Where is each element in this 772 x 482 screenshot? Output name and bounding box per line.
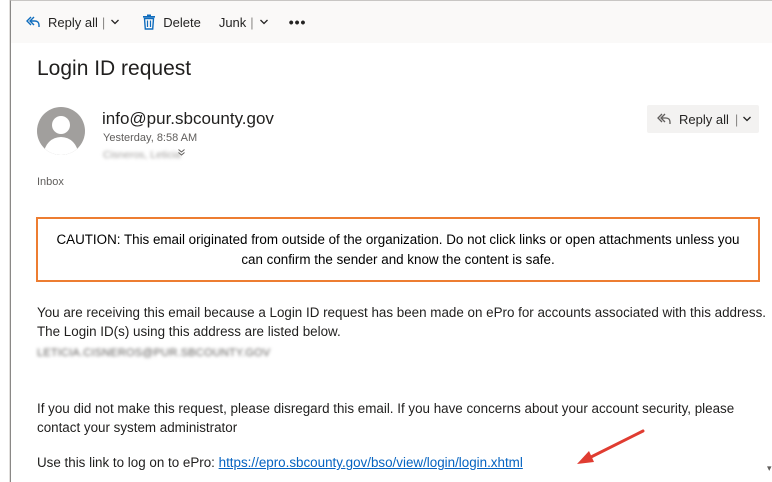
more-icon: ••• (288, 14, 307, 30)
junk-label: Junk (218, 14, 247, 30)
split-separator: | (250, 14, 254, 30)
scroll-down-icon[interactable]: ▾ (767, 463, 772, 474)
message-toolbar: Reply all | Delete Junk | ••• (11, 1, 772, 43)
more-actions-button[interactable]: ••• (289, 1, 307, 43)
reply-all-toolbar-button[interactable]: Reply all | (25, 1, 120, 43)
junk-button[interactable]: Junk | (219, 1, 269, 43)
chevron-down-icon[interactable] (259, 17, 269, 27)
reply-all-icon (656, 111, 672, 127)
annotation-arrow-icon (577, 429, 645, 464)
chevron-down-icon[interactable] (742, 114, 752, 124)
split-separator: | (101, 14, 106, 30)
recipient-name[interactable]: Cisneros, Leticia (103, 149, 181, 161)
login-id-value: LETICIA.CISNEROS@PUR.SBCOUNTY.GOV (37, 347, 271, 359)
sender-address[interactable]: info@pur.sbcounty.gov (102, 109, 274, 129)
split-separator: | (734, 111, 739, 127)
chevron-down-icon[interactable] (110, 17, 120, 27)
reply-all-label: Reply all (48, 14, 98, 30)
epro-login-link[interactable]: https://epro.sbcounty.gov/bso/view/login… (219, 455, 523, 470)
message-subject: Login ID request (37, 57, 192, 80)
body-paragraph: You are receiving this email because a L… (37, 305, 766, 339)
reading-pane: Reply all | Delete Junk | ••• Login ID r… (10, 0, 772, 482)
folder-label: Inbox (37, 176, 64, 188)
caution-text: CAUTION: This email originated from outs… (56, 231, 740, 267)
message-timestamp: Yesterday, 8:58 AM (103, 132, 198, 144)
trash-icon (142, 14, 156, 30)
link-prefix: Use this link to log on to ePro: (37, 455, 219, 470)
window-edge (0, 0, 10, 482)
reply-all-icon (25, 14, 41, 30)
reply-all-button[interactable]: Reply all | (647, 105, 759, 133)
delete-label: Delete (163, 14, 201, 30)
expand-recipients-icon[interactable] (177, 148, 186, 160)
avatar (37, 107, 85, 155)
delete-button[interactable]: Delete (142, 1, 201, 43)
external-email-warning: CAUTION: This email originated from outs… (36, 217, 760, 282)
reply-all-label: Reply all (679, 111, 729, 127)
